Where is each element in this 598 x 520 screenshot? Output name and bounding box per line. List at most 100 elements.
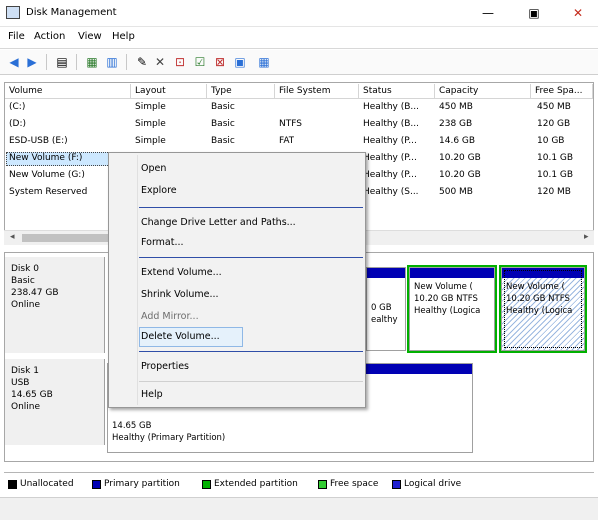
scroll-left-icon[interactable]: ◂ — [10, 232, 15, 242]
cell-capacity: 10.20 GB — [439, 153, 481, 163]
menu-item-change-drive-letter[interactable]: Change Drive Letter and Paths... — [141, 213, 296, 233]
menu-item-format[interactable]: Format... — [141, 233, 184, 253]
rescan-icon[interactable]: ⊡ — [172, 54, 188, 70]
disk0-partition[interactable]: 0 GB ealthy — [366, 267, 406, 351]
menu-item-add-mirror[interactable]: Add Mirror... — [141, 307, 199, 327]
menu-help[interactable]: Help — [112, 31, 135, 42]
cell-free: 10 GB — [537, 136, 565, 146]
disk0-logical-f[interactable]: New Volume ( 10.20 GB NTFS Healthy (Logi… — [409, 267, 495, 351]
table-row[interactable]: (C:) Simple Basic Healthy (B... 450 MB 4… — [5, 101, 593, 114]
disk0-size: 238.47 GB — [11, 288, 59, 298]
cell-status: Healthy (B... — [363, 102, 420, 112]
toolbar: ◀ ▶ ▤ ▦ ▥ ✎ ✕ ⊡ ☑ ⊠ ▣ ▦ — [0, 50, 598, 75]
column-header-status[interactable]: Status — [359, 84, 435, 99]
table-row[interactable]: ESD-USB (E:) Simple Basic FAT Healthy (P… — [5, 135, 593, 148]
cell-capacity: 14.6 GB — [439, 136, 476, 146]
list-icon[interactable]: ▤ — [54, 54, 70, 70]
cell-volume: New Volume (F:) — [9, 153, 83, 163]
column-header-file-system[interactable]: File System — [275, 84, 359, 99]
menu-item-open[interactable]: Open — [141, 159, 166, 179]
checkmark-icon[interactable]: ☑ — [192, 54, 208, 70]
menu-item-extend-volume[interactable]: Extend Volume... — [141, 263, 222, 283]
menu-separator — [139, 257, 363, 258]
column-header-capacity[interactable]: Capacity — [435, 84, 531, 99]
cell-capacity: 238 GB — [439, 119, 473, 129]
cell-volume: (C:) — [9, 102, 26, 112]
cell-capacity: 450 MB — [439, 102, 473, 112]
menu-item-delete-volume[interactable]: Delete Volume... — [141, 327, 220, 347]
table-row[interactable]: (D:) Simple Basic NTFS Healthy (B... 238… — [5, 118, 593, 131]
cell-type: Basic — [211, 102, 235, 112]
column-header-volume[interactable]: Volume — [5, 84, 131, 99]
cell-capacity: 500 MB — [439, 187, 473, 197]
legend-primary: Primary partition — [104, 479, 180, 489]
column-header-type[interactable]: Type — [207, 84, 275, 99]
partition-bar — [502, 268, 584, 278]
cell-volume: ESD-USB (E:) — [9, 136, 68, 146]
menu-gutter — [137, 155, 138, 405]
disk0-type: Basic — [11, 276, 35, 286]
cell-layout: Simple — [135, 119, 166, 129]
cell-fs: NTFS — [279, 119, 302, 129]
cell-capacity: 10.20 GB — [439, 170, 481, 180]
cell-status: Healthy (P... — [363, 170, 417, 180]
menu-item-shrink-volume[interactable]: Shrink Volume... — [141, 285, 219, 305]
view-icon[interactable]: ▦ — [256, 54, 272, 70]
partition-size: 14.65 GB — [112, 421, 152, 431]
settings-icon[interactable]: ✎ — [134, 54, 150, 70]
cell-free: 10.1 GB — [537, 153, 574, 163]
status-bar — [0, 497, 598, 520]
column-header-free-space[interactable]: Free Spa... — [531, 84, 593, 99]
back-icon[interactable]: ◀ — [6, 54, 22, 70]
menu-item-explore[interactable]: Explore — [141, 181, 177, 201]
legend: Unallocated Primary partition Extended p… — [4, 472, 594, 495]
menu-action[interactable]: Action — [34, 31, 65, 42]
menu-item-help[interactable]: Help — [141, 385, 163, 405]
forward-icon[interactable]: ▶ — [24, 54, 40, 70]
scrollbar-thumb[interactable] — [22, 234, 112, 242]
menu-separator — [139, 381, 363, 382]
refresh-icon[interactable]: ▣ — [232, 54, 248, 70]
help-icon[interactable]: ▥ — [104, 54, 120, 70]
partition-name: New Volume ( — [414, 282, 473, 292]
cell-free: 10.1 GB — [537, 170, 574, 180]
column-header-layout[interactable]: Layout — [131, 84, 207, 99]
partition-bar — [410, 268, 494, 278]
title-bar: Disk Management — ▣ ✕ — [0, 0, 598, 27]
cell-volume: System Reserved — [9, 187, 88, 197]
menu-file[interactable]: File — [8, 31, 25, 42]
format-icon[interactable]: ⊠ — [212, 54, 228, 70]
maximize-button[interactable]: ▣ — [514, 0, 554, 26]
menu-view[interactable]: View — [78, 31, 102, 42]
cell-status: Healthy (P... — [363, 136, 417, 146]
partition-size: 10.20 GB NTFS — [414, 294, 478, 304]
partition-status: ealthy — [371, 315, 398, 325]
legend-extended: Extended partition — [214, 479, 298, 489]
cell-free: 450 MB — [537, 102, 571, 112]
partition-size: 0 GB — [371, 303, 392, 313]
cell-free: 120 GB — [537, 119, 571, 129]
disk0-logical-g[interactable]: New Volume ( 10.20 GB NTFS Healthy (Logi… — [501, 267, 585, 351]
cell-type: Basic — [211, 136, 235, 146]
toolbar-separator — [126, 54, 127, 70]
legend-swatch-free — [318, 480, 327, 489]
properties-icon[interactable]: ▦ — [84, 54, 100, 70]
disk0-info[interactable]: Disk 0 Basic 238.47 GB Online — [5, 257, 105, 353]
scroll-right-icon[interactable]: ▸ — [584, 232, 589, 242]
cell-layout: Simple — [135, 136, 166, 146]
minimize-button[interactable]: — — [468, 0, 508, 26]
cell-status: Healthy (B... — [363, 119, 420, 129]
legend-swatch-extended — [202, 480, 211, 489]
menu-item-properties[interactable]: Properties — [141, 357, 189, 377]
close-button[interactable]: ✕ — [558, 0, 598, 26]
menu-separator — [139, 351, 363, 352]
cell-volume: (D:) — [9, 119, 26, 129]
menu-bar: File Action View Help — [0, 28, 598, 49]
partition-status: Healthy (Primary Partition) — [112, 433, 226, 443]
disk1-info[interactable]: Disk 1 USB 14.65 GB Online — [5, 359, 105, 445]
toolbar-separator — [76, 54, 77, 70]
cell-layout: Simple — [135, 102, 166, 112]
legend-unallocated: Unallocated — [20, 479, 74, 489]
cell-status: Healthy (P... — [363, 153, 417, 163]
delete-icon[interactable]: ✕ — [152, 54, 168, 70]
